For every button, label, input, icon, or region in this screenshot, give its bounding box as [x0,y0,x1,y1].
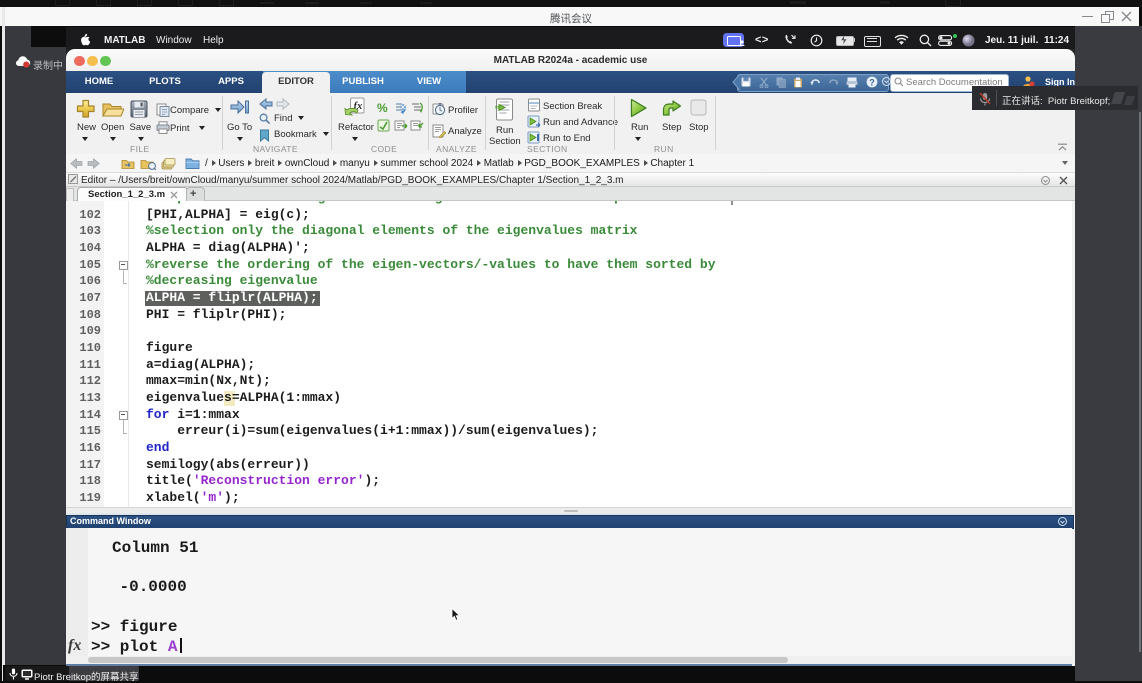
svg-text:?: ? [869,77,875,87]
